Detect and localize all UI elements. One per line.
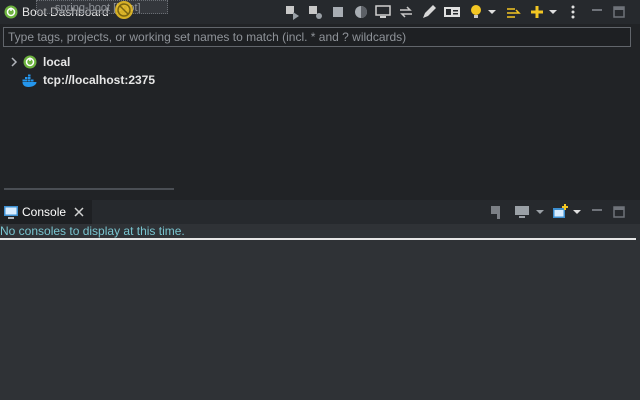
console-content-area [0,240,640,400]
tree-item-local[interactable]: local [8,53,70,71]
filter-input[interactable] [4,28,630,46]
debug-icon[interactable] [306,3,324,21]
console-header: Console [0,200,640,224]
chevron-right-icon[interactable] [8,56,20,68]
view-menu-icon[interactable] [566,3,584,21]
stop-icon[interactable] [329,3,347,21]
close-icon[interactable] [73,206,85,218]
pin-console-icon[interactable] [488,203,506,221]
tree-item-docker-target[interactable]: tcp://localhost:2375 [22,71,155,89]
start-icon[interactable] [283,3,301,21]
horizontal-scrollbar[interactable] [4,188,174,190]
console-empty-message: No consoles to display at this time. [0,224,185,238]
pencil-icon[interactable] [420,3,438,21]
maximize-icon[interactable] [612,3,630,21]
tab-console[interactable]: Console [0,200,92,224]
theme-icon[interactable] [352,3,370,21]
console-view: Console No consoles to display at this t… [0,200,640,400]
display-console-icon[interactable] [513,203,531,221]
maximize-icon[interactable] [612,203,630,221]
add-icon[interactable] [528,3,546,21]
monitor-icon[interactable] [374,3,392,21]
docker-whale-icon [22,72,38,88]
busy-cursor-icon [114,0,134,20]
spring-boot-icon [22,54,38,70]
bulb-icon[interactable] [467,3,485,21]
minimize-icon[interactable] [590,203,608,221]
tree-item-label: local [43,55,71,69]
boot-dashboard-view: Boot Dashboard spring-boot [boot] Type t… [0,0,640,200]
spring-boot-icon [3,4,19,20]
filter-input-box[interactable] [3,27,631,47]
id-card-icon[interactable] [443,3,461,21]
sync-icon[interactable] [397,3,415,21]
link-icon[interactable] [505,3,523,21]
chevron-down-icon[interactable] [570,203,588,221]
console-monitor-icon [3,204,19,220]
boot-dashboard-header: Boot Dashboard spring-boot [boot] [0,0,640,24]
chevron-down-icon[interactable] [485,3,503,21]
minimize-icon[interactable] [590,3,608,21]
drag-ghost-label: spring-boot [boot] [36,0,168,14]
chevron-down-icon[interactable] [546,3,564,21]
chevron-down-icon[interactable] [533,203,551,221]
open-console-icon[interactable] [551,203,569,221]
console-title: Console [22,205,67,219]
tree-item-label: tcp://localhost:2375 [43,73,156,87]
